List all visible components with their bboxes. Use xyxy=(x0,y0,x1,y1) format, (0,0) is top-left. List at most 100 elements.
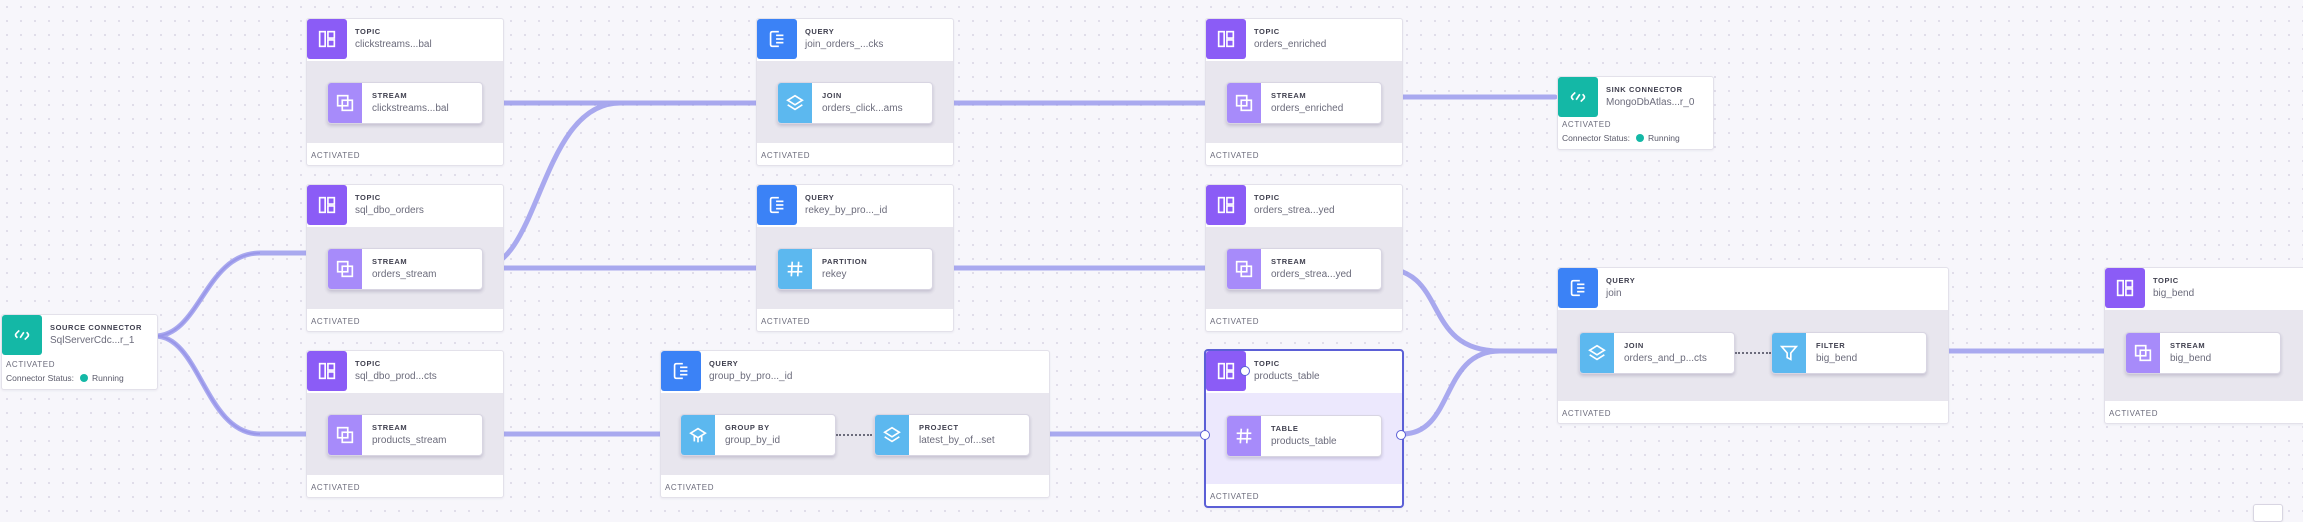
node-type-label: STREAM xyxy=(1271,257,1307,266)
node-type-label: STREAM xyxy=(372,423,408,432)
join-node[interactable]: JOIN orders_click...ams xyxy=(777,82,933,124)
activated-label: ACTIVATED xyxy=(311,317,361,326)
connection-handle[interactable] xyxy=(1396,430,1406,440)
connector-icon xyxy=(1558,77,1598,117)
topic-header: TOPIC orders_strea...yed xyxy=(1206,185,1402,227)
source-connector-header: SOURCE CONNECTOR SqlServerCdc...r_1 xyxy=(2,315,157,357)
activated-label: ACTIVATED xyxy=(1210,317,1260,326)
topic-card-sql-dbo-orders[interactable]: TOPIC sql_dbo_orders STREAM orders_strea… xyxy=(306,184,504,332)
topic-card-products-table[interactable]: TOPIC products_table TABLE products_tabl… xyxy=(1204,349,1404,508)
query-name: join_orders_...cks xyxy=(805,39,884,50)
query-card-group-by[interactable]: QUERY group_by_pro..._id GROUP BY group_… xyxy=(660,350,1050,498)
node-type-label: QUERY xyxy=(805,27,835,36)
zoom-control-button[interactable] xyxy=(2253,504,2283,522)
status-dot-icon xyxy=(1636,134,1645,142)
node-type-label: JOIN xyxy=(822,91,842,100)
table-node[interactable]: TABLE products_table xyxy=(1226,415,1382,457)
stream-icon xyxy=(1227,249,1261,289)
topic-name: big_bend xyxy=(2153,288,2195,299)
query-card-rekey[interactable]: QUERY rekey_by_pro..._id PARTITION rekey… xyxy=(756,184,954,332)
stream-icon xyxy=(328,415,362,455)
node-type-label: SOURCE CONNECTOR xyxy=(50,323,142,332)
query-card-join[interactable]: QUERY join JOIN orders_and_p...cts FILTE… xyxy=(1557,267,1949,424)
status-label: Connector Status: xyxy=(6,373,75,383)
node-type-label: TOPIC xyxy=(355,359,381,368)
query-card-join-orders[interactable]: QUERY join_orders_...cks JOIN orders_cli… xyxy=(756,18,954,166)
activated-label: ACTIVATED xyxy=(2109,409,2159,418)
topic-card-orders-enriched[interactable]: TOPIC orders_enriched STREAM orders_enri… xyxy=(1205,18,1403,166)
join-icon xyxy=(778,83,812,123)
status-value: Running xyxy=(92,373,124,383)
hash-icon xyxy=(778,249,812,289)
topic-card-sql-dbo-products[interactable]: TOPIC sql_dbo_prod...cts STREAM products… xyxy=(306,350,504,498)
group-by-icon xyxy=(681,415,715,455)
join-node[interactable]: JOIN orders_and_p...cts xyxy=(1579,332,1735,374)
stream-node[interactable]: STREAM orders_enriched xyxy=(1226,82,1382,124)
connection-handle[interactable] xyxy=(1200,430,1210,440)
node-type-label: QUERY xyxy=(1606,276,1636,285)
edge-source-to-orders xyxy=(152,250,333,339)
filter-node[interactable]: FILTER big_bend xyxy=(1771,332,1927,374)
node-type-label: TOPIC xyxy=(2153,276,2179,285)
node-type-label: FILTER xyxy=(1816,341,1846,350)
query-name: join xyxy=(1606,288,1622,299)
operator-connector xyxy=(836,434,872,436)
node-name: clickstreams...bal xyxy=(372,103,449,114)
node-name: rekey xyxy=(822,269,847,280)
node-name: orders_strea...yed xyxy=(1271,269,1352,280)
sink-connector-card[interactable]: SINK CONNECTOR MongoDbAtlas...r_0 ACTIVA… xyxy=(1557,76,1714,150)
node-name: orders_stream xyxy=(372,269,437,280)
node-name: orders_enriched xyxy=(1271,103,1344,114)
query-header: QUERY group_by_pro..._id xyxy=(661,351,1049,393)
activated-label: ACTIVATED xyxy=(311,483,361,492)
node-type-label: TOPIC xyxy=(1254,27,1280,36)
stream-node[interactable]: STREAM clickstreams...bal xyxy=(327,82,483,124)
node-type-label: JOIN xyxy=(1624,341,1644,350)
node-type-label: TOPIC xyxy=(355,27,381,36)
stream-node[interactable]: STREAM big_bend xyxy=(2125,332,2281,374)
status-dot-icon xyxy=(80,374,89,382)
edge-source-to-products xyxy=(152,333,333,437)
stream-icon xyxy=(328,83,362,123)
node-type-label: QUERY xyxy=(709,359,739,368)
project-icon xyxy=(875,415,909,455)
operator-connector xyxy=(1735,352,1771,354)
connector-status: Connector Status: Running xyxy=(6,373,124,383)
stream-icon xyxy=(2126,333,2160,373)
node-type-label: STREAM xyxy=(1271,91,1307,100)
group-by-node[interactable]: GROUP BY group_by_id xyxy=(680,414,836,456)
sink-connector-header: SINK CONNECTOR MongoDbAtlas...r_0 xyxy=(1558,77,1713,119)
topic-name: orders_strea...yed xyxy=(1254,205,1335,216)
activated-label: ACTIVATED xyxy=(311,151,361,160)
stream-node[interactable]: STREAM products_stream xyxy=(327,414,483,456)
topic-icon xyxy=(307,185,347,225)
topic-name: orders_enriched xyxy=(1254,39,1327,50)
query-header: QUERY join_orders_...cks xyxy=(757,19,953,61)
topic-card-big-bend[interactable]: TOPIC big_bend STREAM big_bend ACTIVATED xyxy=(2104,267,2303,424)
node-name: latest_by_of...set xyxy=(919,435,995,446)
node-name: orders_click...ams xyxy=(822,103,903,114)
topic-name: products_table xyxy=(1254,371,1320,382)
node-name: big_bend xyxy=(2170,353,2212,364)
stream-node[interactable]: STREAM orders_stream xyxy=(327,248,483,290)
topic-icon xyxy=(2105,268,2145,308)
source-connector-card[interactable]: SOURCE CONNECTOR SqlServerCdc...r_1 ACTI… xyxy=(1,314,158,390)
node-type-label: TABLE xyxy=(1271,424,1299,433)
partition-node[interactable]: PARTITION rekey xyxy=(777,248,933,290)
node-name: products_table xyxy=(1271,436,1337,447)
project-node[interactable]: PROJECT latest_by_of...set xyxy=(874,414,1030,456)
activated-label: ACTIVATED xyxy=(761,317,811,326)
join-icon xyxy=(1580,333,1614,373)
query-icon xyxy=(1558,268,1598,308)
connection-handle[interactable] xyxy=(1240,366,1250,376)
filter-icon xyxy=(1772,333,1806,373)
topic-icon xyxy=(307,19,347,59)
stream-icon xyxy=(1227,83,1261,123)
stream-node[interactable]: STREAM orders_strea...yed xyxy=(1226,248,1382,290)
topic-card-orders-stream-keyed[interactable]: TOPIC orders_strea...yed STREAM orders_s… xyxy=(1205,184,1403,332)
topic-card-clickstreams[interactable]: TOPIC clickstreams...bal STREAM clickstr… xyxy=(306,18,504,166)
query-name: group_by_pro..._id xyxy=(709,371,793,382)
topic-icon xyxy=(1206,19,1246,59)
edge-table-to-join xyxy=(1399,348,1583,437)
topic-header: TOPIC orders_enriched xyxy=(1206,19,1402,61)
